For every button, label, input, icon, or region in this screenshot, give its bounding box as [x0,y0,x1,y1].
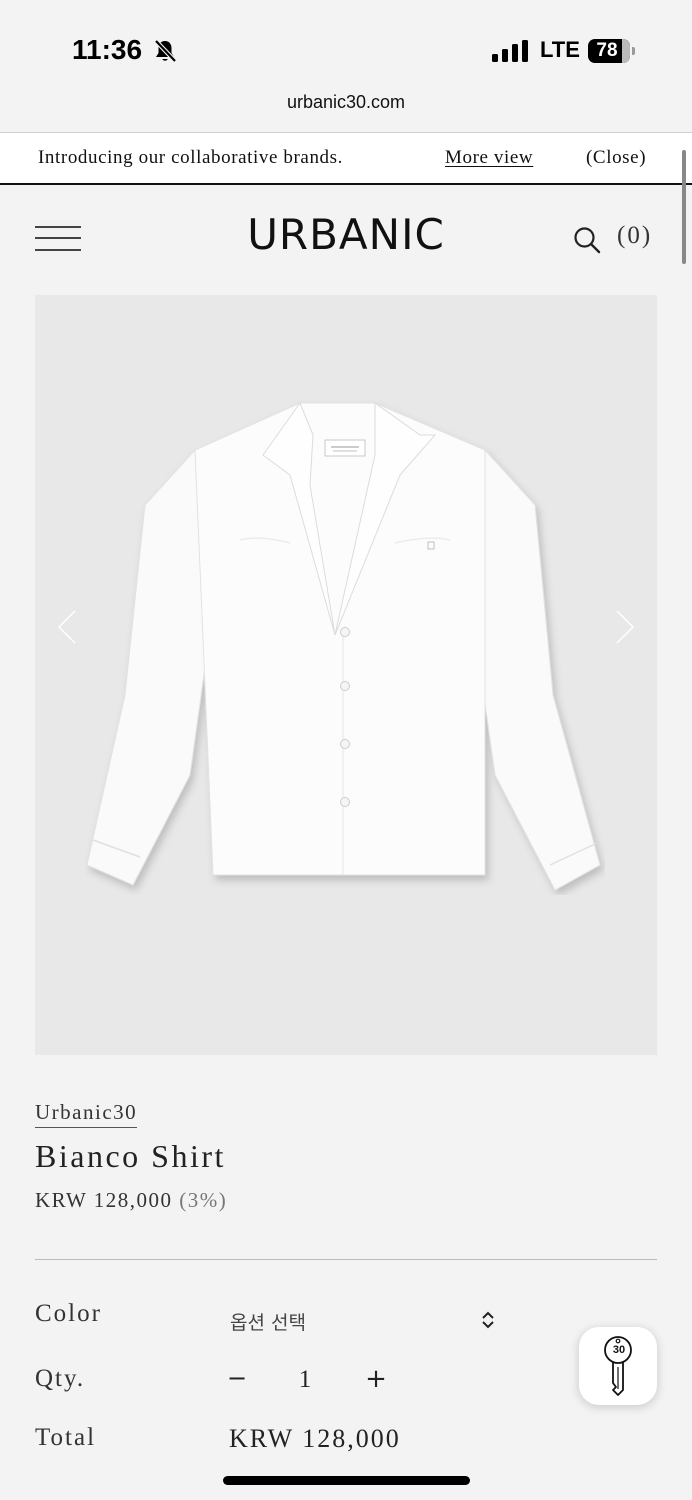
cart-count[interactable]: (0) [617,222,652,250]
status-time: 11:36 [72,34,143,65]
bell-slash-icon [154,39,177,63]
close-banner-button[interactable]: (Close) [586,147,646,169]
color-label: Color [35,1300,102,1327]
announcement-text: Introducing our collaborative brands. [38,147,344,168]
battery-indicator: 78 [588,39,635,63]
color-select-value: 옵션 선택 [230,1312,306,1334]
chevron-right-icon[interactable] [613,607,637,647]
price-value: KRW 128,000 [35,1188,173,1212]
more-view-link[interactable]: More view [445,147,533,169]
qty-decrease-button[interactable]: − [226,1364,248,1398]
qty-increase-button[interactable]: + [364,1364,388,1398]
product-image-carousel[interactable] [35,295,657,1055]
chevron-left-icon[interactable] [55,607,79,647]
qty-value[interactable]: 1 [290,1366,320,1394]
color-select[interactable]: 옵션 선택 [228,1303,498,1337]
total-label: Total [35,1424,97,1451]
product-name: Bianco Shirt [35,1138,226,1174]
url-bar[interactable]: urbanic30.com [0,92,692,113]
discount-rate: (3%) [179,1188,228,1212]
battery-level: 78 [596,40,618,61]
signal-icon [492,40,528,62]
qty-label: Qty. [35,1365,86,1392]
battery-empty-segment [622,39,630,63]
divider [35,1259,657,1260]
announcement-banner: Introducing our collaborative brands. Mo… [0,132,692,185]
shirt-image [86,401,601,891]
floating-key-label: 30 [612,1344,626,1356]
total-value: KRW 128,000 [229,1424,401,1453]
brand-link[interactable]: Urbanic30 [35,1100,138,1128]
floating-key-button[interactable]: 30 [579,1327,657,1405]
chevron-updown-icon [482,1311,494,1329]
home-indicator[interactable] [223,1476,470,1485]
search-icon[interactable] [572,225,602,255]
status-bar: 11:36 LTE 78 urbanic30.com [0,0,692,112]
product-price: KRW 128,000 (3%) [35,1188,227,1213]
network-label: LTE [540,37,580,62]
